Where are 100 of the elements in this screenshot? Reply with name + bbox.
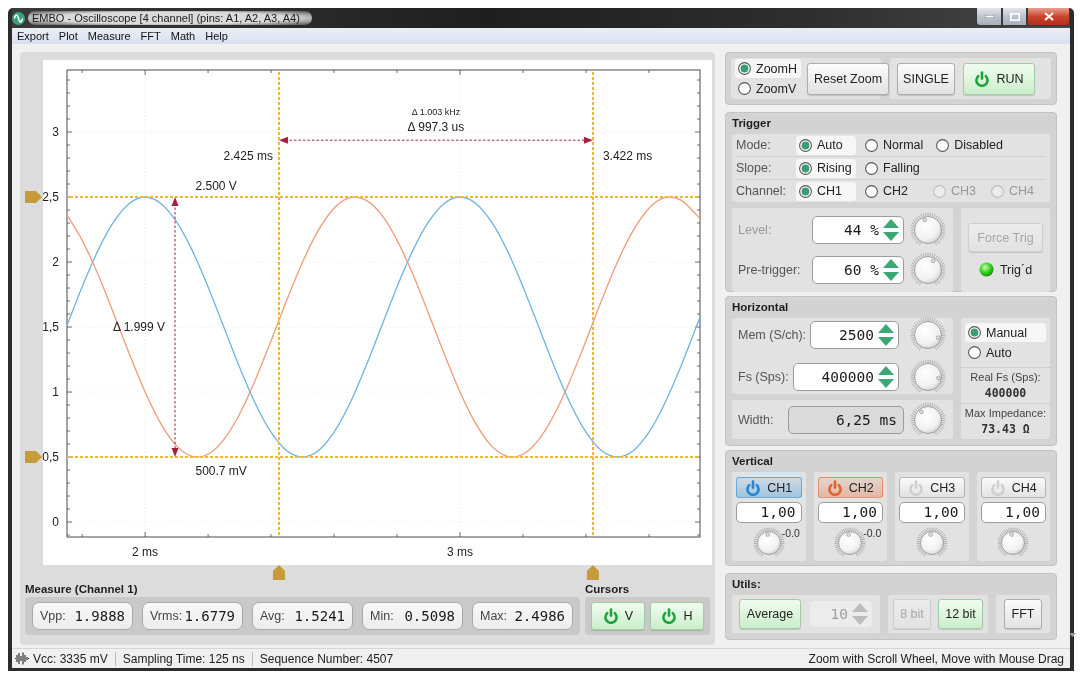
window-title: EMBO - Oscilloscope [4 channel] (pins: A1, A2, A3, A4)	[28, 11, 312, 25]
cursor-handle[interactable]	[272, 565, 285, 580]
radio-option[interactable]: CH2	[862, 181, 924, 201]
close-button[interactable]	[1027, 8, 1070, 26]
delta-time-label: Δ 997.3 us	[407, 120, 465, 135]
maximize-button[interactable]	[1002, 8, 1027, 26]
gain-field[interactable]: 1,00	[817, 502, 883, 523]
reset-zoom-button[interactable]: Reset Zoom	[807, 62, 890, 95]
measure-label: Vpp:	[40, 609, 66, 623]
power-icon	[908, 479, 925, 496]
spin-box[interactable]: 60 %	[812, 256, 904, 284]
group-title: Cursors	[585, 582, 630, 597]
menu-item[interactable]: Export	[12, 30, 54, 42]
cursor-line[interactable]	[67, 196, 700, 198]
channel-toggle-button[interactable]: CH3	[899, 477, 965, 498]
minimize-button[interactable]	[976, 8, 1002, 26]
cursor-time-label: 2.425 ms	[223, 148, 273, 163]
cursor-handle[interactable]	[25, 450, 42, 463]
axis-tick-label: 2,5	[42, 190, 59, 204]
cursor-line[interactable]	[592, 70, 594, 537]
field-label: Slope:	[736, 161, 773, 175]
radio-option[interactable]: Disabled	[933, 135, 1007, 155]
dial[interactable]	[910, 212, 946, 248]
measure-label: Vrms:	[150, 609, 183, 623]
dial[interactable]	[910, 252, 946, 288]
spin-box[interactable]: 2500	[810, 321, 899, 349]
dial[interactable]	[910, 317, 946, 353]
acquisition-button[interactable]: SINGLE	[897, 62, 955, 95]
field-label: Level:	[738, 223, 773, 237]
dial[interactable]	[910, 401, 946, 438]
acquisition-button[interactable]: RUN	[963, 62, 1035, 95]
gain-field[interactable]: 1,00	[899, 502, 965, 523]
field-label: Width:	[738, 412, 775, 427]
radio-option[interactable]: Auto	[796, 135, 856, 155]
cursor-toggle-button[interactable]: H	[650, 602, 704, 630]
dial[interactable]	[910, 359, 946, 395]
spin-arrows-icon[interactable]	[878, 366, 894, 388]
cursor-handle[interactable]	[586, 565, 599, 580]
width-field: 6,25 ms	[788, 405, 904, 434]
field-label: Mode:	[736, 138, 772, 152]
waveform-icon	[14, 652, 30, 665]
spin-arrows-icon[interactable]	[883, 219, 899, 241]
spin-arrows-icon[interactable]	[883, 259, 899, 281]
radio-option[interactable]: Rising	[796, 158, 856, 178]
scroll-down-arrow-icon[interactable]	[1069, 633, 1076, 637]
status-hint: Zoom with Scroll Wheel, Move with Mouse Drag	[808, 651, 1064, 666]
measure-label: Min:	[370, 609, 394, 623]
measure-value: 1.5241	[294, 608, 345, 624]
readout-label: Real Fs (Sps):	[970, 371, 1041, 383]
group-title: Measure (Channel 1)	[25, 582, 138, 597]
axis-tick-label: 2 ms	[132, 545, 159, 559]
delta-voltage-label: Δ 1.999 V	[112, 320, 165, 334]
panel-title: Trigger	[732, 116, 771, 130]
radio-option[interactable]: CH1	[796, 181, 856, 201]
status-text: Sequence Number: 4507	[259, 651, 394, 666]
measure-value: 1.9888	[74, 608, 125, 624]
resolution-button[interactable]: 12 bit	[938, 599, 983, 629]
spin-arrows-icon[interactable]	[878, 324, 894, 346]
app-logo-icon	[12, 11, 25, 25]
menu-item[interactable]: Measure	[82, 30, 136, 42]
trigger-status-label: Trig´d	[999, 262, 1033, 277]
dial[interactable]	[915, 527, 948, 559]
menu-item[interactable]: Math	[165, 30, 201, 42]
offset-label: -0.0	[781, 527, 800, 539]
cursor-line[interactable]	[67, 456, 700, 458]
measure-label: Max:	[480, 609, 508, 623]
axis-tick-label: 0	[52, 515, 59, 530]
cursor-line[interactable]	[278, 70, 280, 537]
radio-option[interactable]: ZoomH	[735, 59, 801, 78]
field-label: Fs (Sps):	[738, 370, 789, 384]
menu-item[interactable]: Help	[200, 30, 233, 42]
radio-option[interactable]: Manual	[965, 323, 1046, 342]
radio-option[interactable]: Auto	[965, 343, 1046, 362]
gain-field[interactable]: 1,00	[736, 502, 802, 523]
gain-field[interactable]: 1,00	[980, 502, 1046, 523]
measure-value: 1.6779	[184, 608, 235, 624]
status-text: Vcc: 3335 mV	[33, 651, 108, 666]
channel-toggle-button[interactable]: CH2	[817, 477, 883, 498]
channel-toggle-button[interactable]: CH4	[980, 477, 1046, 498]
fft-button[interactable]: FFT	[1004, 599, 1042, 629]
radio-option[interactable]: ZoomV	[735, 79, 801, 98]
power-icon	[974, 70, 991, 87]
cursor-toggle-button[interactable]: V	[591, 602, 645, 630]
dial[interactable]	[997, 527, 1030, 559]
menu-item[interactable]: FFT	[135, 30, 166, 42]
spin-box[interactable]: 44 %	[812, 216, 904, 244]
radio-option[interactable]: Normal	[862, 135, 928, 155]
measure-value: 2.4986	[514, 608, 565, 624]
power-icon	[661, 608, 678, 624]
close-icon	[1043, 12, 1054, 21]
cursor-handle[interactable]	[25, 191, 42, 203]
spin-box[interactable]: 400000	[792, 363, 899, 391]
power-icon	[989, 479, 1006, 496]
average-button[interactable]: Average	[739, 599, 801, 629]
maximize-icon	[1009, 12, 1020, 21]
cursor-voltage-label: 2.500 V	[195, 179, 237, 193]
channel-toggle-button[interactable]: CH1	[736, 477, 802, 498]
menu-item[interactable]: Plot	[53, 30, 83, 42]
radio-option[interactable]: Falling	[862, 158, 924, 178]
readout-value: 400000	[984, 386, 1027, 400]
